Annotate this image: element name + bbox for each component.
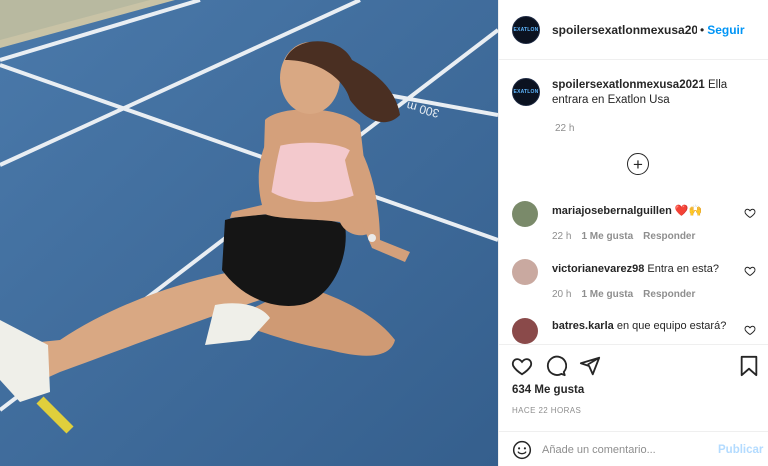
likes-count[interactable]: 634 Me gusta xyxy=(512,384,584,396)
publish-button[interactable]: Publicar xyxy=(718,444,763,456)
comment-text: en que equipo estará? xyxy=(616,320,727,332)
post-photo[interactable]: 300 m xyxy=(0,0,498,466)
header-username[interactable]: spoilersexatlonmexusa202 xyxy=(552,23,697,37)
comment-input[interactable] xyxy=(542,443,712,456)
post-header: EXATLON spoilersexatlonmexusa202 • Segui… xyxy=(499,0,768,60)
comment-likes[interactable]: 1 Me gusta xyxy=(581,231,633,242)
comment-text: ❤️🙌 xyxy=(674,205,703,217)
comment-avatar[interactable] xyxy=(512,201,538,227)
comment-reply-button[interactable]: Responder xyxy=(643,289,695,300)
caption-time: 22 h xyxy=(555,123,575,134)
comment-item: victorianevarez98 Entra en esta? 20 h 1 … xyxy=(512,259,762,300)
comment-item: mariajosebernalguillen ❤️🙌 22 h 1 Me gus… xyxy=(512,201,762,242)
plus-circle-icon: + xyxy=(633,154,643,174)
post-image: 300 m xyxy=(0,0,498,466)
avatar-text: EXATLON xyxy=(513,26,539,33)
comment-text: Entra en esta? xyxy=(647,263,719,275)
comment-icon[interactable] xyxy=(545,355,567,377)
account-avatar[interactable]: EXATLON xyxy=(512,15,540,44)
bookmark-icon[interactable] xyxy=(739,355,759,377)
comment-time: 22 h xyxy=(552,231,572,242)
post-actions: 634 Me gusta HACE 22 HORAS Publicar xyxy=(499,344,768,466)
caption-avatar[interactable]: EXATLON xyxy=(512,78,540,106)
comment-username[interactable]: batres.karla xyxy=(552,320,614,332)
comment-avatar[interactable] xyxy=(512,259,538,285)
comment-avatar[interactable] xyxy=(512,318,538,344)
comment-item: batres.karla en que equipo estará? xyxy=(512,318,762,344)
post-side-panel: EXATLON spoilersexatlonmexusa202 • Segui… xyxy=(498,0,768,466)
avatar-text: EXATLON xyxy=(513,89,539,95)
comment-time: 20 h xyxy=(552,289,572,300)
post-caption: EXATLON spoilersexatlonmexusa2021 Ella e… xyxy=(512,78,757,108)
like-comment-heart-icon[interactable] xyxy=(744,265,756,277)
comment-username[interactable]: mariajosebernalguillen xyxy=(552,205,672,217)
comment-likes[interactable]: 1 Me gusta xyxy=(581,289,633,300)
caption-username[interactable]: spoilersexatlonmexusa2021 xyxy=(552,79,705,91)
heart-icon[interactable] xyxy=(511,355,533,377)
share-icon[interactable] xyxy=(579,355,601,377)
like-comment-heart-icon[interactable] xyxy=(744,324,756,336)
load-more-comments-button[interactable]: + xyxy=(627,153,649,175)
separator-dot: • xyxy=(700,22,705,37)
posted-time: HACE 22 HORAS xyxy=(512,406,582,415)
comment-reply-button[interactable]: Responder xyxy=(643,231,695,242)
follow-button[interactable]: Seguir xyxy=(707,23,744,37)
comment-username[interactable]: victorianevarez98 xyxy=(552,263,644,275)
emoji-icon[interactable] xyxy=(512,440,532,460)
add-comment-bar: Publicar xyxy=(499,431,768,466)
like-comment-heart-icon[interactable] xyxy=(744,207,756,219)
